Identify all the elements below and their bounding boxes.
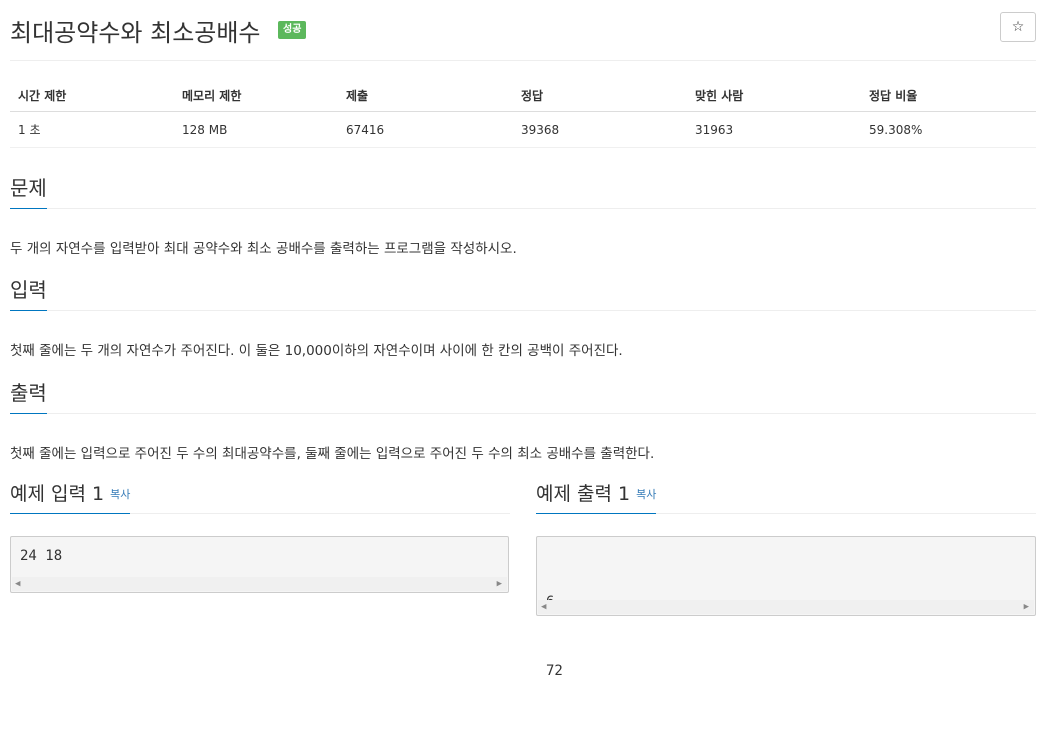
status-badge: 성공 (278, 21, 307, 39)
accepted-value: 39368 (513, 111, 687, 148)
problem-heading: 문제 (10, 172, 47, 209)
scroll-left-icon[interactable]: ◀ (15, 579, 20, 589)
horizontal-scrollbar[interactable]: ◀ ▶ (538, 600, 1034, 614)
table-row: 1 초 128 MB 67416 39368 31963 59.308% (10, 111, 1036, 148)
sample-input-line: 24 18 (20, 548, 63, 564)
page-title: 최대공약수와 최소공배수 (10, 19, 261, 47)
input-text: 첫째 줄에는 두 개의 자연수가 주어진다. 이 둘은 10,000이하의 자연… (10, 343, 623, 359)
sample-output-box[interactable]: 6 72 ◀ ▶ (536, 536, 1036, 679)
sample-input-title: 예제 입력 1 (10, 483, 105, 505)
header-solvers: 맞힌 사람 (687, 80, 861, 112)
header-accepted: 정답 (513, 80, 687, 112)
time-limit-value: 1 초 (10, 111, 174, 148)
submissions-value: 67416 (338, 111, 513, 148)
star-button[interactable]: ☆ (1000, 12, 1036, 42)
problem-section: 문제 두 개의 자연수를 입력받아 최대 공약수와 최소 공배수를 출력하는 프… (10, 172, 1036, 257)
sample-output-heading: 예제 출력 1 복사 (536, 479, 657, 514)
scroll-left-icon[interactable]: ◀ (541, 602, 546, 612)
star-icon: ☆ (1011, 19, 1025, 35)
scroll-right-icon[interactable]: ▶ (1024, 602, 1029, 612)
sample-input-heading: 예제 입력 1 복사 (10, 479, 131, 514)
solvers-value: 31963 (687, 111, 861, 148)
header-time-limit: 시간 제한 (10, 80, 174, 112)
copy-sample-output-button[interactable]: 복사 (636, 488, 656, 501)
problem-header: 최대공약수와 최소공배수 성공 ☆ (10, 10, 1036, 61)
horizontal-scrollbar[interactable]: ◀ ▶ (12, 577, 507, 591)
header-memory-limit: 메모리 제한 (174, 80, 338, 112)
ratio-value: 59.308% (861, 111, 1036, 148)
input-section: 입력 첫째 줄에는 두 개의 자연수가 주어진다. 이 둘은 10,000이하의… (10, 274, 1036, 359)
scroll-right-icon[interactable]: ▶ (497, 579, 502, 589)
output-heading: 출력 (10, 377, 47, 414)
sample-input-box[interactable]: 24 18 ◀ ▶ (10, 536, 509, 593)
sample-input-section: 예제 입력 1 복사 (10, 479, 510, 514)
output-section: 출력 첫째 줄에는 입력으로 주어진 두 수의 최대공약수를, 둘째 줄에는 입… (10, 377, 1036, 462)
problem-text: 두 개의 자연수를 입력받아 최대 공약수와 최소 공배수를 출력하는 프로그램… (10, 241, 517, 257)
table-header-row: 시간 제한 메모리 제한 제출 정답 맞힌 사람 정답 비율 (10, 80, 1036, 112)
header-ratio: 정답 비율 (861, 80, 1036, 112)
copy-sample-input-button[interactable]: 복사 (110, 488, 130, 501)
input-heading: 입력 (10, 274, 47, 311)
sample-output-section: 예제 출력 1 복사 (536, 479, 1036, 514)
sample-output-line: 72 (546, 663, 563, 679)
memory-limit-value: 128 MB (174, 111, 338, 148)
sample-output-title: 예제 출력 1 (536, 483, 631, 505)
header-submissions: 제출 (338, 80, 513, 112)
problem-info-table: 시간 제한 메모리 제한 제출 정답 맞힌 사람 정답 비율 1 초 128 M… (10, 80, 1036, 148)
output-text: 첫째 줄에는 입력으로 주어진 두 수의 최대공약수를, 둘째 줄에는 입력으로… (10, 446, 655, 462)
